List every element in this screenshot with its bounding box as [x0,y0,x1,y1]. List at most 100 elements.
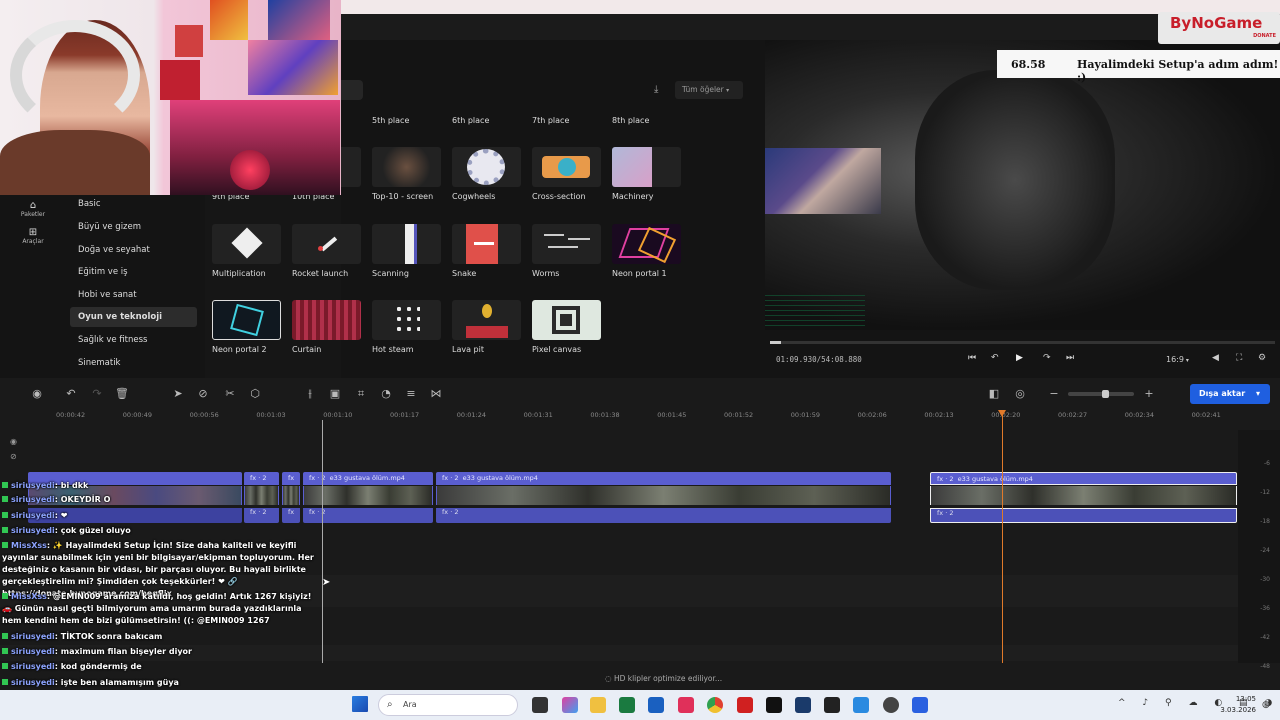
ruler-tick: 00:02:27 [1058,411,1088,419]
download-icon[interactable]: ⤓ [654,84,658,95]
record-icon[interactable]: ◉ [30,387,44,400]
audio-clip-selected[interactable]: fx · 2 [930,508,1237,523]
category-item[interactable]: Sağlık ve fitness [70,330,197,350]
skip-forward-icon[interactable]: ⏭ [1066,353,1074,363]
playhead-handle[interactable] [998,410,1006,417]
rewind-icon[interactable]: ↶ [991,353,999,363]
template-tile[interactable] [452,224,521,264]
chat-message: siriusyedi: kod göndermiş de [2,661,320,673]
template-tile[interactable] [372,147,441,187]
store-icon[interactable] [619,697,635,713]
category-item[interactable]: Eğitim ve iş [70,262,197,282]
chat-message: siriusyedi: TİKTOK sonra bakıcam [2,631,320,643]
template-tile[interactable] [612,147,681,187]
cut-icon[interactable]: ✂ [223,387,237,400]
template-tile[interactable] [212,300,281,340]
steam-icon[interactable] [795,697,811,713]
template-tile[interactable] [292,300,361,340]
obs-icon[interactable] [883,697,899,713]
badge-icon [2,633,8,639]
template-tile[interactable] [452,147,521,187]
template-tile[interactable] [612,224,681,264]
copilot-icon[interactable] [562,697,578,713]
app-icon[interactable] [678,697,694,713]
fullscreen-icon[interactable]: ⛶ [1236,353,1242,363]
badge-icon [2,512,8,518]
export-button[interactable]: Dışa aktar ▾ [1190,384,1270,404]
caption-icon[interactable]: ▣ [328,387,342,400]
tiktok-icon[interactable] [766,697,782,713]
filter-dropdown[interactable]: Tüm öğeler ▾ [675,81,743,99]
playback-scrubber[interactable] [770,341,1275,344]
play-icon[interactable]: ▶ [1016,353,1023,363]
taskbar-search[interactable]: ⌕ Ara [378,694,518,716]
fx-badge: fx · 2 [442,508,459,516]
category-item[interactable]: Basic [70,194,197,214]
chrome-icon[interactable] [707,697,723,713]
volume-icon[interactable]: ◀ [1212,353,1219,363]
aspect-dropdown[interactable]: 16:9 ▾ [1166,355,1189,364]
adjust-icon[interactable]: ≡ [404,387,418,400]
packages-button[interactable]: ⌂ Paketler [18,200,48,218]
clip-header[interactable]: fx · 2 e33 gustava ölüm.mp4 [436,472,891,485]
clip-header-selected[interactable]: fx · 2 e33 gustava ölüm.mp4 [930,472,1237,485]
category-item[interactable]: Sinematik [70,353,197,373]
folder-icon[interactable] [590,697,606,713]
category-item[interactable]: Hobi ve sanat [70,285,197,305]
zoom-slider[interactable] [1068,390,1134,398]
chat-text: : ✨ Hayalimdeki Setup İçin! Size daha ka… [2,541,314,598]
chat-text: : maximum filan bişeyler diyor [54,647,192,656]
skip-back-icon[interactable]: ⏮ [968,353,976,363]
badge-icon [2,482,8,488]
cursor-line [322,420,323,663]
notification-icon[interactable]: ◍ [1262,700,1270,710]
blade-tool-icon[interactable]: ⊘ [196,387,210,400]
template-tile[interactable] [532,147,601,187]
template-tile[interactable] [292,224,361,264]
video-clip[interactable] [436,486,891,505]
forward-icon[interactable]: ↷ [1043,353,1051,363]
delete-icon[interactable]: 🗑 [115,387,129,400]
video-clip-selected[interactable] [930,486,1237,505]
search-bar[interactable] [341,80,363,100]
link-icon[interactable]: ⊘ [10,452,17,461]
audio-clip[interactable]: fx · 2 [436,508,891,523]
redo-icon[interactable]: ↷ [90,387,104,400]
logo-subtext: DONATE [1253,33,1276,39]
chat-text: : kod göndermiş de [54,662,142,671]
zoom-in-icon[interactable]: + [1142,387,1156,400]
magnet-icon[interactable]: ◎ [1013,387,1027,400]
outlook-icon[interactable] [648,697,664,713]
settings-icon[interactable]: ⚙ [1258,353,1266,363]
template-tile[interactable] [532,300,601,340]
template-tile[interactable] [372,300,441,340]
audio-icon[interactable]: ◧ [987,387,1001,400]
template-tile[interactable] [212,224,281,264]
crop-icon[interactable]: ⌗ [354,387,368,401]
tools-button[interactable]: ⊞ Araçlar [18,227,48,245]
undo-icon[interactable]: ↶ [64,387,78,400]
template-tile[interactable] [372,224,441,264]
app-icon[interactable] [853,697,869,713]
template-tile[interactable] [532,224,601,264]
playhead[interactable] [1002,413,1003,663]
transition-icon[interactable]: ⋈ [429,387,443,400]
split-icon[interactable]: ⫲ [303,387,317,401]
select-tool-icon[interactable]: ➤ [171,387,185,400]
clock[interactable]: 13:05 3.03.2026 [1212,694,1256,716]
zoom-out-icon[interactable]: − [1047,387,1061,400]
editor-app-icon[interactable] [912,697,928,713]
speed-icon[interactable]: ◔ [379,387,393,400]
github-icon[interactable] [824,697,840,713]
taskview-icon[interactable] [532,697,548,713]
start-icon[interactable] [352,696,368,712]
category-item[interactable]: Büyü ve gizem [70,217,197,237]
category-item-selected[interactable]: Oyun ve teknoloji [70,307,197,327]
chat-text: : ❤ [54,511,68,520]
category-item[interactable]: Doğa ve seyahat [70,240,197,260]
shield-icon[interactable]: ⬡ [248,387,262,400]
app-icon[interactable] [737,697,753,713]
template-tile[interactable] [452,300,521,340]
optimize-text: HD klipler optimize ediliyor... [613,674,723,683]
eye-icon[interactable]: ◉ [10,437,17,446]
